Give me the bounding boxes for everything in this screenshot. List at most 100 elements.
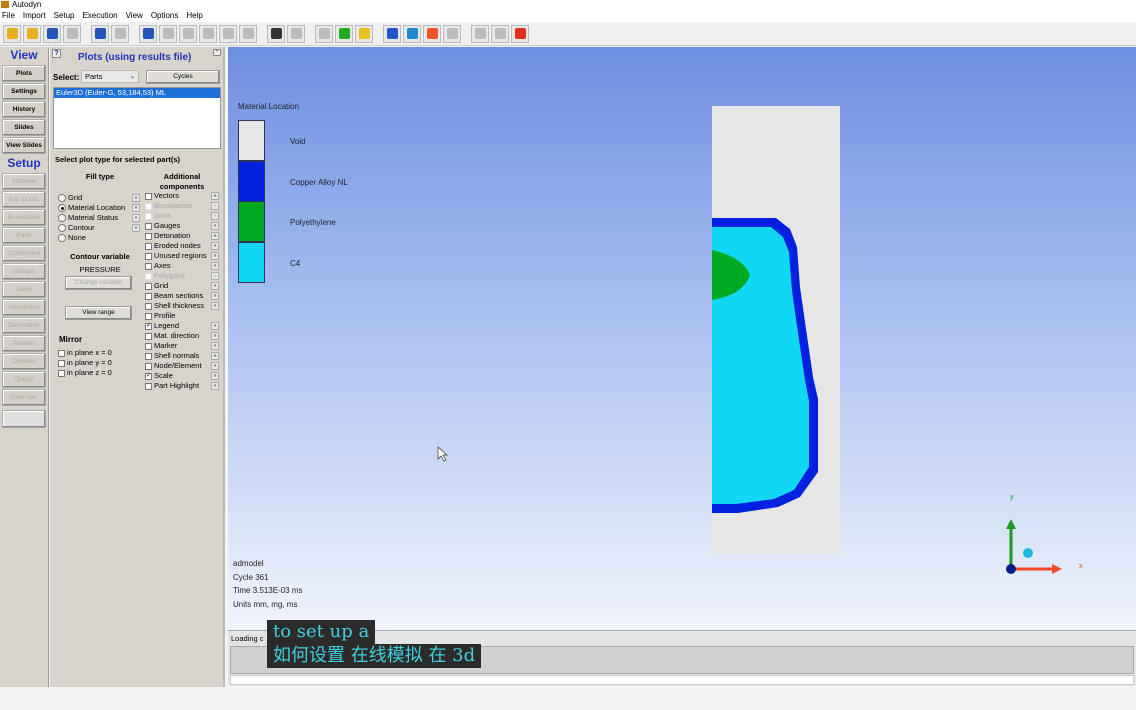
plot-viewport[interactable]: Material Location Void Copper Alloy NL Pol…: [228, 47, 1136, 630]
clipboard-button[interactable]: [471, 24, 489, 43]
checkbox[interactable]: [145, 252, 152, 260]
component-scale[interactable]: ✓ Scale »: [145, 371, 221, 381]
radio-button[interactable]: [58, 234, 66, 243]
fill-type-grid[interactable]: Grid »: [58, 193, 142, 203]
fill-type-material-location[interactable]: Material Location »: [58, 203, 142, 213]
radio-button[interactable]: [58, 214, 66, 223]
component-vectors[interactable]: Vectors »: [145, 191, 221, 201]
component-shell-normals[interactable]: Shell normals »: [145, 351, 221, 361]
checkbox[interactable]: [145, 362, 152, 370]
checkbox[interactable]: [145, 222, 152, 230]
checkbox[interactable]: [58, 359, 65, 367]
select-dropdown[interactable]: Parts ⌄: [81, 70, 139, 83]
nav-slides[interactable]: Slides: [2, 119, 46, 136]
checkbox[interactable]: [145, 292, 152, 300]
fill-type-material-status[interactable]: Material Status »: [58, 213, 142, 223]
sync-button[interactable]: [91, 24, 109, 43]
run-button[interactable]: [2, 410, 46, 428]
minimize-button[interactable]: -: [213, 48, 221, 56]
bulb-button[interactable]: [111, 24, 129, 43]
component-legend[interactable]: ✓ Legend »: [145, 321, 221, 331]
nav-boundaries[interactable]: Boundaries: [2, 209, 46, 226]
options-arrow-button[interactable]: »: [132, 224, 140, 232]
mirror-option[interactable]: in plane y = 0: [58, 358, 112, 368]
blank-button[interactable]: [491, 24, 509, 43]
options-arrow-button[interactable]: »: [211, 372, 219, 380]
nav-view-slides[interactable]: View Slides: [2, 137, 46, 154]
component-marker[interactable]: Marker »: [145, 341, 221, 351]
nav-interaction[interactable]: Interaction: [2, 299, 46, 316]
zoom-button[interactable]: [179, 24, 197, 43]
radio-button[interactable]: [58, 194, 66, 203]
options-arrow-button[interactable]: »: [211, 332, 219, 340]
nav-joins[interactable]: Joins: [2, 281, 46, 298]
menu-setup[interactable]: Setup: [54, 10, 75, 22]
nav-component[interactable]: Component: [2, 245, 46, 262]
checkbox[interactable]: [145, 272, 152, 280]
pan-button[interactable]: [159, 24, 177, 43]
record-button[interactable]: [423, 24, 441, 43]
nav-groups[interactable]: Groups: [2, 263, 46, 280]
menu-execution[interactable]: Execution: [82, 10, 117, 22]
parts-list[interactable]: Euler3D (Euler-G, 53,184,53) ML: [53, 87, 221, 149]
view-range-button[interactable]: View range: [65, 306, 132, 320]
checkbox[interactable]: [145, 212, 152, 220]
options-arrow-button[interactable]: »: [211, 342, 219, 350]
help-button[interactable]: ?: [52, 49, 61, 58]
menu-file[interactable]: File: [2, 10, 15, 22]
text-button[interactable]: [443, 24, 461, 43]
options-arrow-button[interactable]: »: [211, 202, 219, 210]
options-arrow-button[interactable]: »: [211, 352, 219, 360]
load-button[interactable]: [3, 24, 21, 43]
list-item[interactable]: Euler3D (Euler-G, 53,184,53) ML: [54, 88, 220, 98]
nav-parallel[interactable]: Parallel: [2, 335, 46, 352]
nav-controls[interactable]: Controls: [2, 353, 46, 370]
eye-button[interactable]: [267, 24, 285, 43]
nav-history[interactable]: History: [2, 101, 46, 118]
options-arrow-button[interactable]: »: [211, 222, 219, 230]
options-arrow-button[interactable]: »: [211, 302, 219, 310]
checkbox[interactable]: [145, 202, 152, 210]
nav-plots[interactable]: Plots: [2, 65, 46, 82]
checkbox[interactable]: [58, 369, 65, 377]
options-arrow-button[interactable]: »: [211, 252, 219, 260]
checkbox[interactable]: [145, 312, 152, 320]
options-arrow-button[interactable]: »: [211, 212, 219, 220]
fill-type-none[interactable]: None: [58, 233, 142, 243]
checkbox[interactable]: [145, 192, 152, 200]
options-arrow-button[interactable]: »: [211, 382, 219, 390]
menu-options[interactable]: Options: [151, 10, 179, 22]
mirror-option[interactable]: in plane z = 0: [58, 368, 112, 378]
options-arrow-button[interactable]: »: [211, 242, 219, 250]
component-gauges[interactable]: Gauges »: [145, 221, 221, 231]
checkbox[interactable]: ✓: [145, 372, 152, 380]
save-button[interactable]: [23, 24, 41, 43]
checkbox[interactable]: [145, 282, 152, 290]
menu-help[interactable]: Help: [186, 10, 202, 22]
component-joins[interactable]: Joins »: [145, 211, 221, 221]
options-arrow-button[interactable]: »: [211, 262, 219, 270]
component-grid[interactable]: Grid »: [145, 281, 221, 291]
component-axes[interactable]: Axes »: [145, 261, 221, 271]
options-arrow-button[interactable]: »: [132, 194, 140, 202]
menu-view[interactable]: View: [126, 10, 143, 22]
component-polygons[interactable]: Polygons »: [145, 271, 221, 281]
axes-button[interactable]: [199, 24, 217, 43]
component-detonation[interactable]: Detonation »: [145, 231, 221, 241]
checkbox[interactable]: ✓: [145, 322, 152, 330]
refresh-button[interactable]: [139, 24, 157, 43]
options-arrow-button[interactable]: »: [211, 322, 219, 330]
checkbox[interactable]: [145, 302, 152, 310]
component-mat-direction[interactable]: Mat. direction »: [145, 331, 221, 341]
options-arrow-button[interactable]: »: [211, 292, 219, 300]
s-button[interactable]: [383, 24, 401, 43]
options-arrow-button[interactable]: »: [211, 272, 219, 280]
green-box-button[interactable]: [335, 24, 353, 43]
options-arrow-button[interactable]: »: [211, 192, 219, 200]
component-unused-regions[interactable]: Unused regions »: [145, 251, 221, 261]
component-node-element[interactable]: Node/Element »: [145, 361, 221, 371]
component-boundaries[interactable]: Boundaries »: [145, 201, 221, 211]
nav-parts[interactable]: Parts: [2, 227, 46, 244]
nav-user-var-[interactable]: User var.: [2, 389, 46, 406]
options-arrow-button[interactable]: »: [132, 214, 140, 222]
